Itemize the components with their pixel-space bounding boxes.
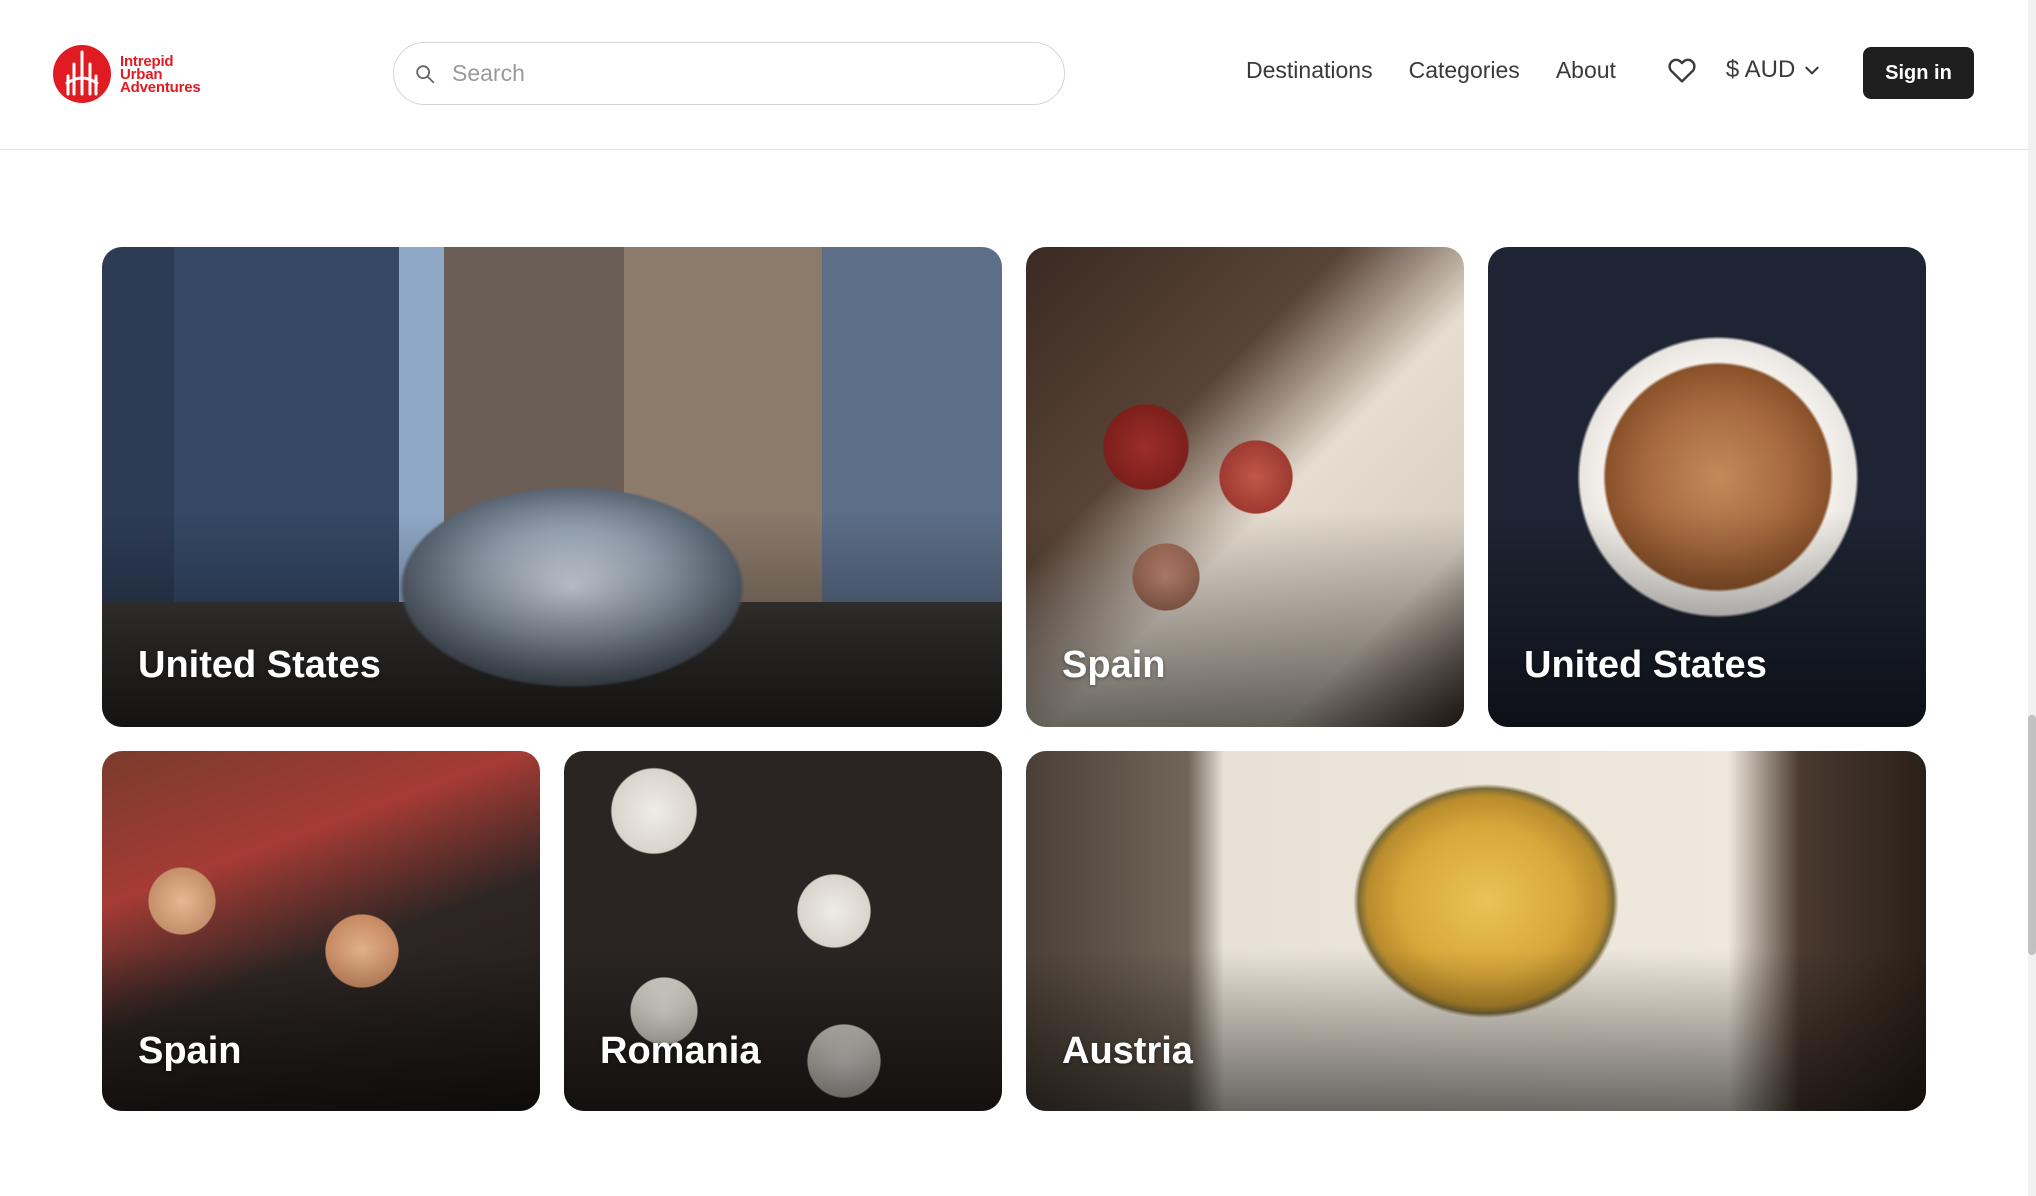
card-label: Spain: [1062, 644, 1166, 686]
wishlist-heart-icon[interactable]: [1666, 54, 1698, 86]
card-overlay: [1026, 511, 1464, 727]
scrollbar-thumb[interactable]: [2028, 715, 2036, 955]
main-nav: Destinations Categories About $ AUD: [1246, 54, 1821, 86]
nav-destinations[interactable]: Destinations: [1246, 57, 1373, 84]
brand-line-3: Adventures: [120, 78, 201, 96]
destination-card[interactable]: United States: [102, 247, 1002, 727]
chevron-down-icon: [1805, 66, 1819, 75]
search-icon: [416, 64, 435, 83]
destination-card[interactable]: Spain: [1026, 247, 1464, 727]
card-label: Spain: [138, 1030, 242, 1072]
currency-label: $ AUD: [1725, 56, 1796, 83]
destination-card[interactable]: Spain: [102, 751, 540, 1111]
logo-mark-icon: [53, 45, 111, 103]
site-header: Intrepid Urban Adventures Destinations C…: [0, 0, 2028, 150]
nav-categories[interactable]: Categories: [1409, 57, 1520, 84]
card-overlay: [102, 511, 1002, 727]
nav-about[interactable]: About: [1556, 57, 1616, 84]
card-label: United States: [138, 644, 381, 686]
search-bar[interactable]: [393, 42, 1065, 105]
sign-in-button[interactable]: Sign in: [1863, 47, 1974, 99]
card-overlay: [1488, 511, 1926, 727]
destination-card[interactable]: Austria: [1026, 751, 1926, 1111]
brand-logo[interactable]: Intrepid Urban Adventures: [52, 44, 201, 104]
scrollbar-track[interactable]: [2028, 0, 2036, 1196]
currency-selector[interactable]: $ AUD: [1726, 56, 1821, 84]
search-input[interactable]: [450, 59, 1010, 88]
card-label: United States: [1524, 644, 1767, 686]
card-label: Austria: [1062, 1030, 1193, 1072]
destination-card[interactable]: United States: [1488, 247, 1926, 727]
destination-card[interactable]: Romania: [564, 751, 1002, 1111]
card-label: Romania: [600, 1030, 761, 1072]
brand-name: Intrepid Urban Adventures: [120, 54, 201, 96]
